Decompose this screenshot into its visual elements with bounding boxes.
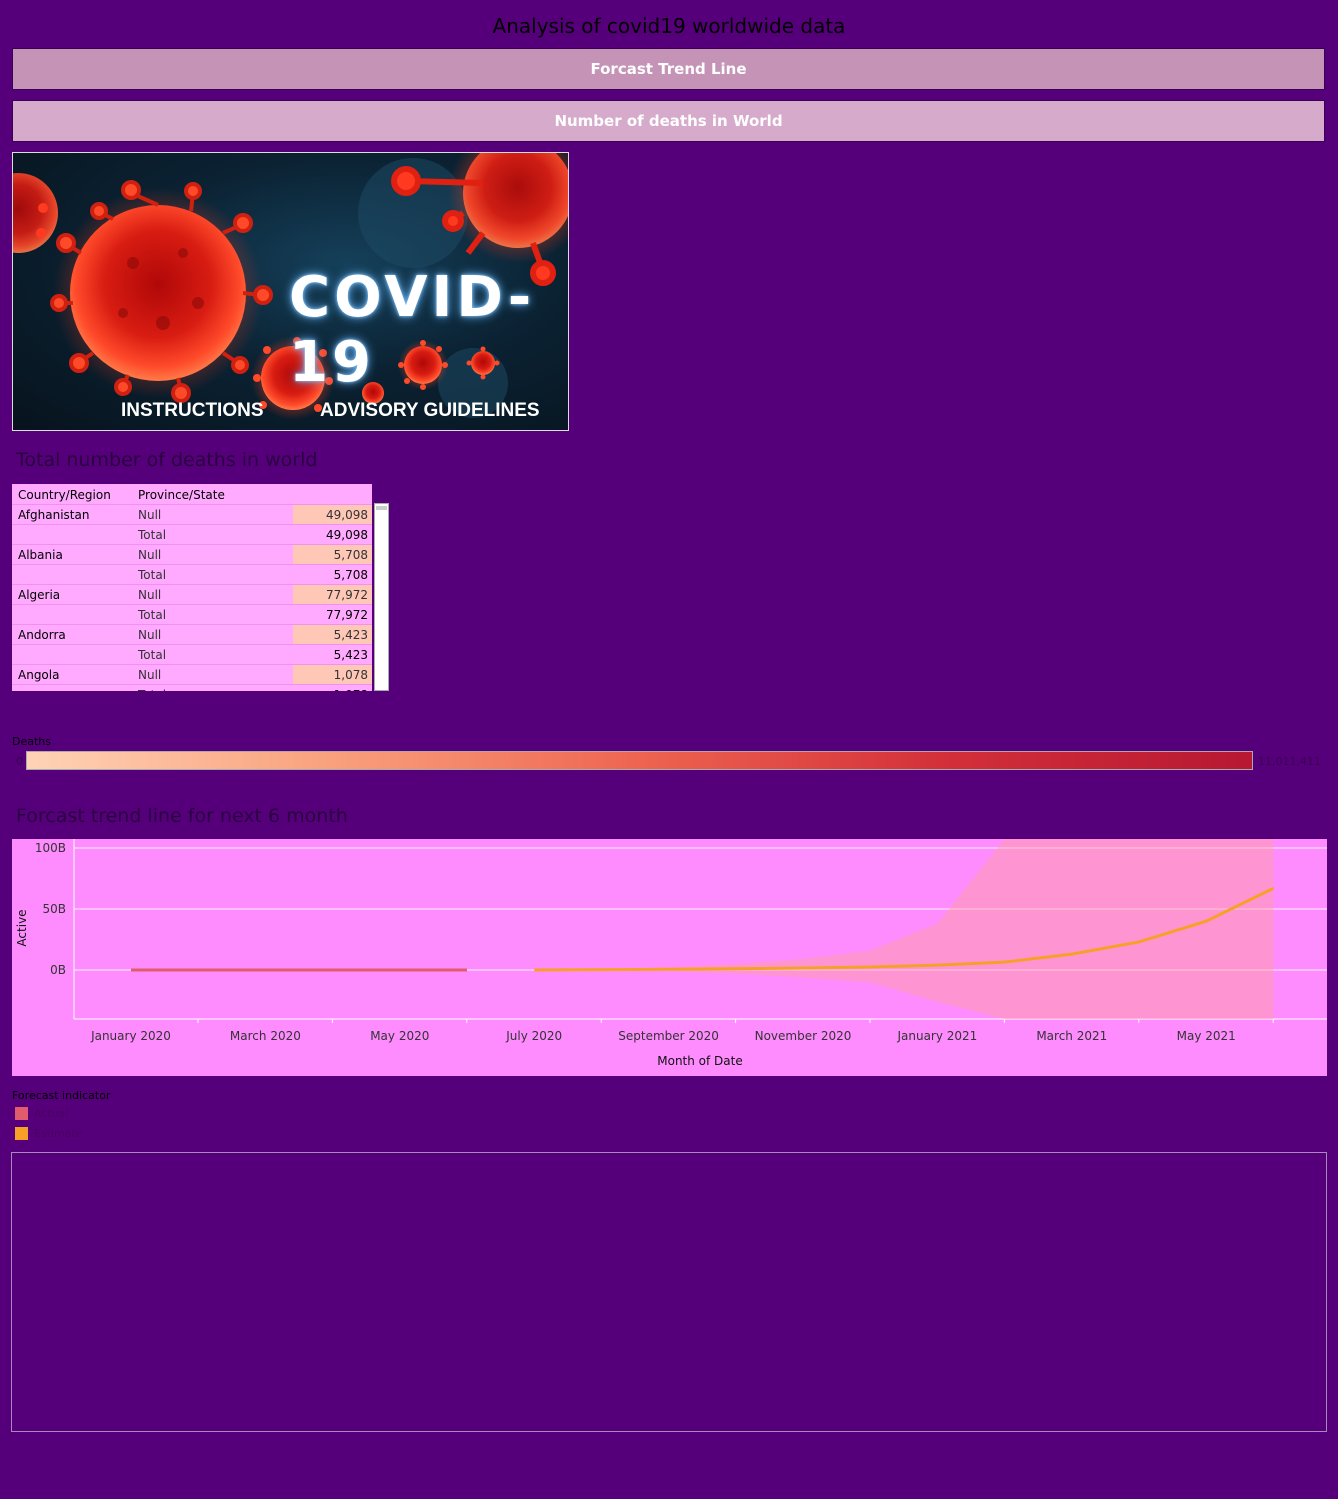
empty-dashboard-panel (11, 1152, 1327, 1432)
deaths-value-cell: 77,972 (326, 588, 368, 602)
x-tick-label: January 2020 (90, 1029, 171, 1043)
forecast-chart-svg: 100B 50B 0B January 2020 March 2020 May 2020 J… (15, 839, 1327, 1068)
total-label-cell: Total (138, 568, 167, 582)
table-row-total[interactable]: Total 5,708 (12, 564, 372, 584)
table-row[interactable]: Angola Null 1,078 (12, 664, 372, 685)
x-tick-label: September 2020 (618, 1029, 719, 1043)
x-tick-label: May 2021 (1177, 1029, 1236, 1043)
chart-title: Forcast trend line for next 6 month (16, 805, 348, 827)
banner-guidelines-text: ADVISORY GUIDELINES (320, 400, 540, 421)
x-tick-label: May 2020 (370, 1029, 429, 1043)
forecast-legend-title: Forecast indicator (12, 1089, 111, 1102)
legend-label-estimate: Estimate (34, 1126, 83, 1140)
number-of-deaths-button[interactable]: Number of deaths in World (12, 100, 1325, 142)
total-value-cell: 77,972 (326, 608, 368, 622)
x-tick-label: November 2020 (755, 1029, 852, 1043)
province-cell: Null (138, 508, 162, 522)
total-value-cell: 49,098 (326, 528, 368, 542)
deaths-legend-label: Deaths (12, 735, 51, 748)
country-cell: Angola (18, 668, 60, 682)
forecast-trend-line-button[interactable]: Forcast Trend Line (12, 48, 1325, 90)
total-value-cell: 5,708 (333, 568, 368, 582)
deaths-legend-min: 0 (16, 755, 23, 768)
x-tick-label: January 2021 (896, 1029, 977, 1043)
table-header: Country/Region Province/State (12, 484, 372, 504)
forecast-confidence-band (534, 839, 1274, 1019)
total-value-cell: 1,078 (334, 688, 368, 691)
country-cell: Afghanistan (18, 508, 90, 522)
x-tick-label: March 2021 (1036, 1029, 1107, 1043)
table-scrollbar[interactable] (374, 503, 389, 691)
total-value-cell: 5,423 (333, 648, 368, 662)
deaths-value-cell: 5,423 (333, 628, 368, 642)
table-row-total[interactable]: Total 49,098 (12, 524, 372, 544)
table-row[interactable]: Afghanistan Null 49,098 (12, 504, 372, 525)
table-row[interactable]: Albania Null 5,708 (12, 544, 372, 565)
table-row[interactable]: Andorra Null 5,423 (12, 624, 372, 645)
actual-swatch (15, 1106, 28, 1120)
province-cell: Null (138, 668, 162, 682)
country-cell: Algeria (18, 588, 61, 602)
country-cell: Andorra (18, 628, 66, 642)
estimate-swatch (15, 1126, 28, 1140)
deaths-value-cell: 5,708 (333, 548, 368, 562)
province-cell: Null (138, 588, 162, 602)
header-province: Province/State (138, 488, 225, 502)
table-title: Total number of deaths in world (16, 449, 318, 471)
total-label-cell: Total (138, 648, 167, 662)
table-row-total[interactable]: Total 5,423 (12, 644, 372, 664)
x-tick-label: July 2020 (505, 1029, 562, 1043)
province-cell: Null (138, 628, 162, 642)
x-axis-title: Month of Date (657, 1054, 743, 1068)
y-tick-label: 100B (35, 841, 66, 855)
table-row-total[interactable]: Total 1,078 (12, 684, 372, 691)
total-label-cell: Total (138, 608, 167, 622)
deaths-value-cell: 49,098 (326, 508, 368, 522)
y-tick-label: 50B (42, 902, 66, 916)
banner-title: COVID-19 (289, 265, 536, 395)
legend-label-actual: Actual (34, 1106, 69, 1120)
y-axis-title: Active (15, 909, 29, 946)
total-label-cell: Total (138, 528, 167, 542)
deaths-color-scale (26, 751, 1253, 770)
total-label-cell: Total (138, 688, 166, 691)
covid-banner-image: COVID-19 INSTRUCTIONS ADVISORY GUIDELINE… (12, 152, 569, 431)
legend-item-actual[interactable]: Actual (15, 1106, 68, 1120)
table-row[interactable]: Algeria Null 77,972 (12, 584, 372, 605)
country-cell: Albania (18, 548, 63, 562)
x-tick-label: March 2020 (230, 1029, 301, 1043)
deaths-legend-max: 11,011,411 (1258, 755, 1321, 768)
deaths-table: Country/Region Province/State Afghanista… (12, 484, 372, 691)
y-tick-label: 0B (50, 963, 66, 977)
deaths-value-cell: 1,078 (333, 668, 368, 682)
province-cell: Null (138, 548, 162, 562)
legend-item-estimate[interactable]: Estimate (15, 1126, 83, 1140)
header-country: Country/Region (18, 488, 111, 502)
forecast-chart: 100B 50B 0B January 2020 March 2020 May 2020 J… (12, 839, 1327, 1076)
page-title: Analysis of covid19 worldwide data (492, 14, 846, 38)
scrollbar-thumb[interactable] (376, 506, 387, 510)
table-row-total[interactable]: Total 77,972 (12, 604, 372, 624)
table-body: Afghanistan Null 49,098 Total 49,098 Albania N… (12, 504, 372, 691)
banner-instructions-text: INSTRUCTIONS (121, 400, 264, 421)
